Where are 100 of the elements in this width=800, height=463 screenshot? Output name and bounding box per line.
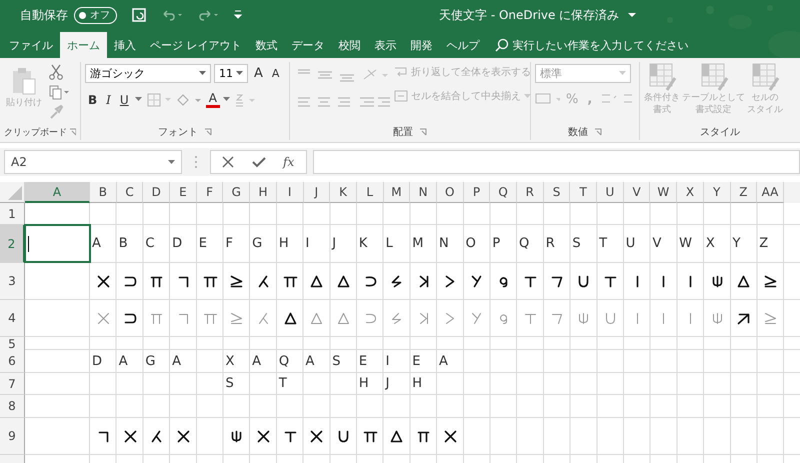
column-header[interactable]: R <box>517 182 544 203</box>
column-header[interactable]: AA <box>757 182 784 203</box>
italic-button[interactable]: I <box>103 92 114 106</box>
formula-field[interactable] <box>313 150 800 174</box>
checkmark-icon[interactable] <box>251 155 267 169</box>
ribbon-tab[interactable]: データ <box>284 32 332 58</box>
ribbon-tab[interactable]: ヘルプ <box>440 32 486 58</box>
row-header[interactable]: 1 <box>0 203 25 225</box>
column-header[interactable]: I <box>276 182 304 203</box>
column-header[interactable]: D <box>143 182 170 203</box>
table-cell-text: S <box>571 235 582 253</box>
row-header[interactable]: 3 <box>0 263 25 300</box>
launcher-icon[interactable] <box>69 128 76 136</box>
ribbon-tab[interactable]: ホーム <box>60 32 107 58</box>
row-header[interactable]: 4 <box>0 300 25 337</box>
launcher-icon[interactable] <box>594 128 602 136</box>
row-header[interactable]: 6 <box>0 350 25 373</box>
column-header[interactable]: S <box>544 182 570 203</box>
column-header[interactable]: P <box>464 182 490 203</box>
column-header[interactable]: K <box>330 182 357 203</box>
table-cell-text: U <box>624 235 636 253</box>
row-header[interactable]: 9 <box>0 418 25 455</box>
ribbon-tab[interactable]: 校閲 <box>332 32 368 58</box>
table-cell-text: A <box>438 352 449 370</box>
ribbon-tab[interactable]: 表示 <box>368 32 404 58</box>
active-cell[interactable] <box>25 225 90 262</box>
column-header[interactable]: E <box>170 182 197 203</box>
column-header[interactable]: X <box>677 182 704 203</box>
table-cell-text: J <box>384 375 390 393</box>
dropdown-icon <box>168 160 175 164</box>
phonetic-icon[interactable] <box>234 92 256 108</box>
ribbon-tab[interactable]: ページ レイアウト <box>143 32 248 58</box>
bold-button[interactable]: B <box>85 92 100 106</box>
scissors-icon[interactable] <box>48 64 64 80</box>
dropdown-icon <box>134 96 143 102</box>
table-cell-text: A <box>304 352 316 370</box>
table-cell-text: G <box>251 235 264 253</box>
column-header[interactable]: J <box>304 182 330 203</box>
customize-icon[interactable] <box>233 9 243 21</box>
table-cell-text: T <box>598 235 608 253</box>
grip-icon[interactable] <box>194 155 198 169</box>
column-header[interactable]: Y <box>704 182 730 203</box>
launcher-icon[interactable] <box>204 128 212 136</box>
ribbon-tab[interactable]: ファイル <box>2 32 60 58</box>
column-header[interactable]: W <box>650 182 678 203</box>
column-header[interactable]: T <box>570 182 598 203</box>
table-cell-text: G <box>144 352 156 370</box>
column-header[interactable]: L <box>356 182 384 203</box>
table-cell-text: E <box>411 352 422 370</box>
table-cell-text: A <box>171 352 182 370</box>
column-header[interactable]: U <box>597 182 624 203</box>
name-box[interactable]: A2 <box>4 150 182 174</box>
caret-icon[interactable] <box>627 11 638 19</box>
table-cell-text: X <box>704 235 716 253</box>
tell-me-field[interactable]: 実行したい作業を入力してください <box>494 32 712 58</box>
ribbon-tab[interactable]: 挿入 <box>107 32 143 58</box>
column-header[interactable]: V <box>624 182 650 203</box>
underline-button[interactable]: U <box>116 92 132 106</box>
save-icon[interactable] <box>131 7 147 23</box>
column-header[interactable]: O <box>436 182 464 203</box>
column-header[interactable]: A <box>25 182 90 203</box>
fill-color-icon[interactable] <box>174 92 203 108</box>
row-header[interactable]: 2 <box>0 225 25 263</box>
brush-icon[interactable] <box>48 104 64 120</box>
insert-function-button[interactable]: fx <box>283 155 294 169</box>
font-size-field[interactable]: 11 <box>214 64 248 83</box>
table-cell-text: V <box>651 235 662 253</box>
column-header[interactable]: C <box>116 182 144 203</box>
dropdown-icon <box>236 71 243 76</box>
autosave-toggle[interactable]: オフ <box>74 6 117 24</box>
column-header[interactable]: H <box>250 182 277 203</box>
cancel-icon[interactable] <box>221 155 235 169</box>
table-cell-text: L <box>384 235 394 253</box>
column-header[interactable]: N <box>410 182 437 203</box>
table-cell-text: N <box>438 235 450 253</box>
column-header[interactable]: M <box>384 182 410 203</box>
table-cell-text: K <box>358 235 368 253</box>
borders-icon[interactable] <box>146 92 172 108</box>
table-cell-text: S <box>224 375 235 393</box>
undo-icon[interactable] <box>161 8 183 22</box>
row-header[interactable]: 8 <box>0 395 25 418</box>
copy-icon[interactable] <box>48 84 70 100</box>
column-header[interactable]: B <box>90 182 117 203</box>
launcher-icon[interactable] <box>419 128 427 136</box>
ribbon-tab[interactable]: 数式 <box>248 32 284 58</box>
font-color-button[interactable]: A <box>206 91 220 108</box>
column-header[interactable]: Z <box>730 182 758 203</box>
row-header[interactable]: 7 <box>0 373 25 395</box>
column-header[interactable]: G <box>223 182 250 203</box>
column-header[interactable]: F <box>196 182 224 203</box>
table-cell-text: H <box>358 375 370 393</box>
column-header[interactable]: Q <box>490 182 517 203</box>
table-cell-text: H <box>411 375 424 393</box>
decrease-font-button[interactable]: A <box>268 67 282 80</box>
redo-icon[interactable] <box>197 8 219 22</box>
increase-font-button[interactable]: A <box>251 66 266 81</box>
dropdown-icon <box>199 71 206 76</box>
table-cell-text: E <box>358 352 368 370</box>
ribbon-tab[interactable]: 開発 <box>404 32 440 58</box>
font-name-field[interactable]: 游ゴシック <box>85 64 211 83</box>
